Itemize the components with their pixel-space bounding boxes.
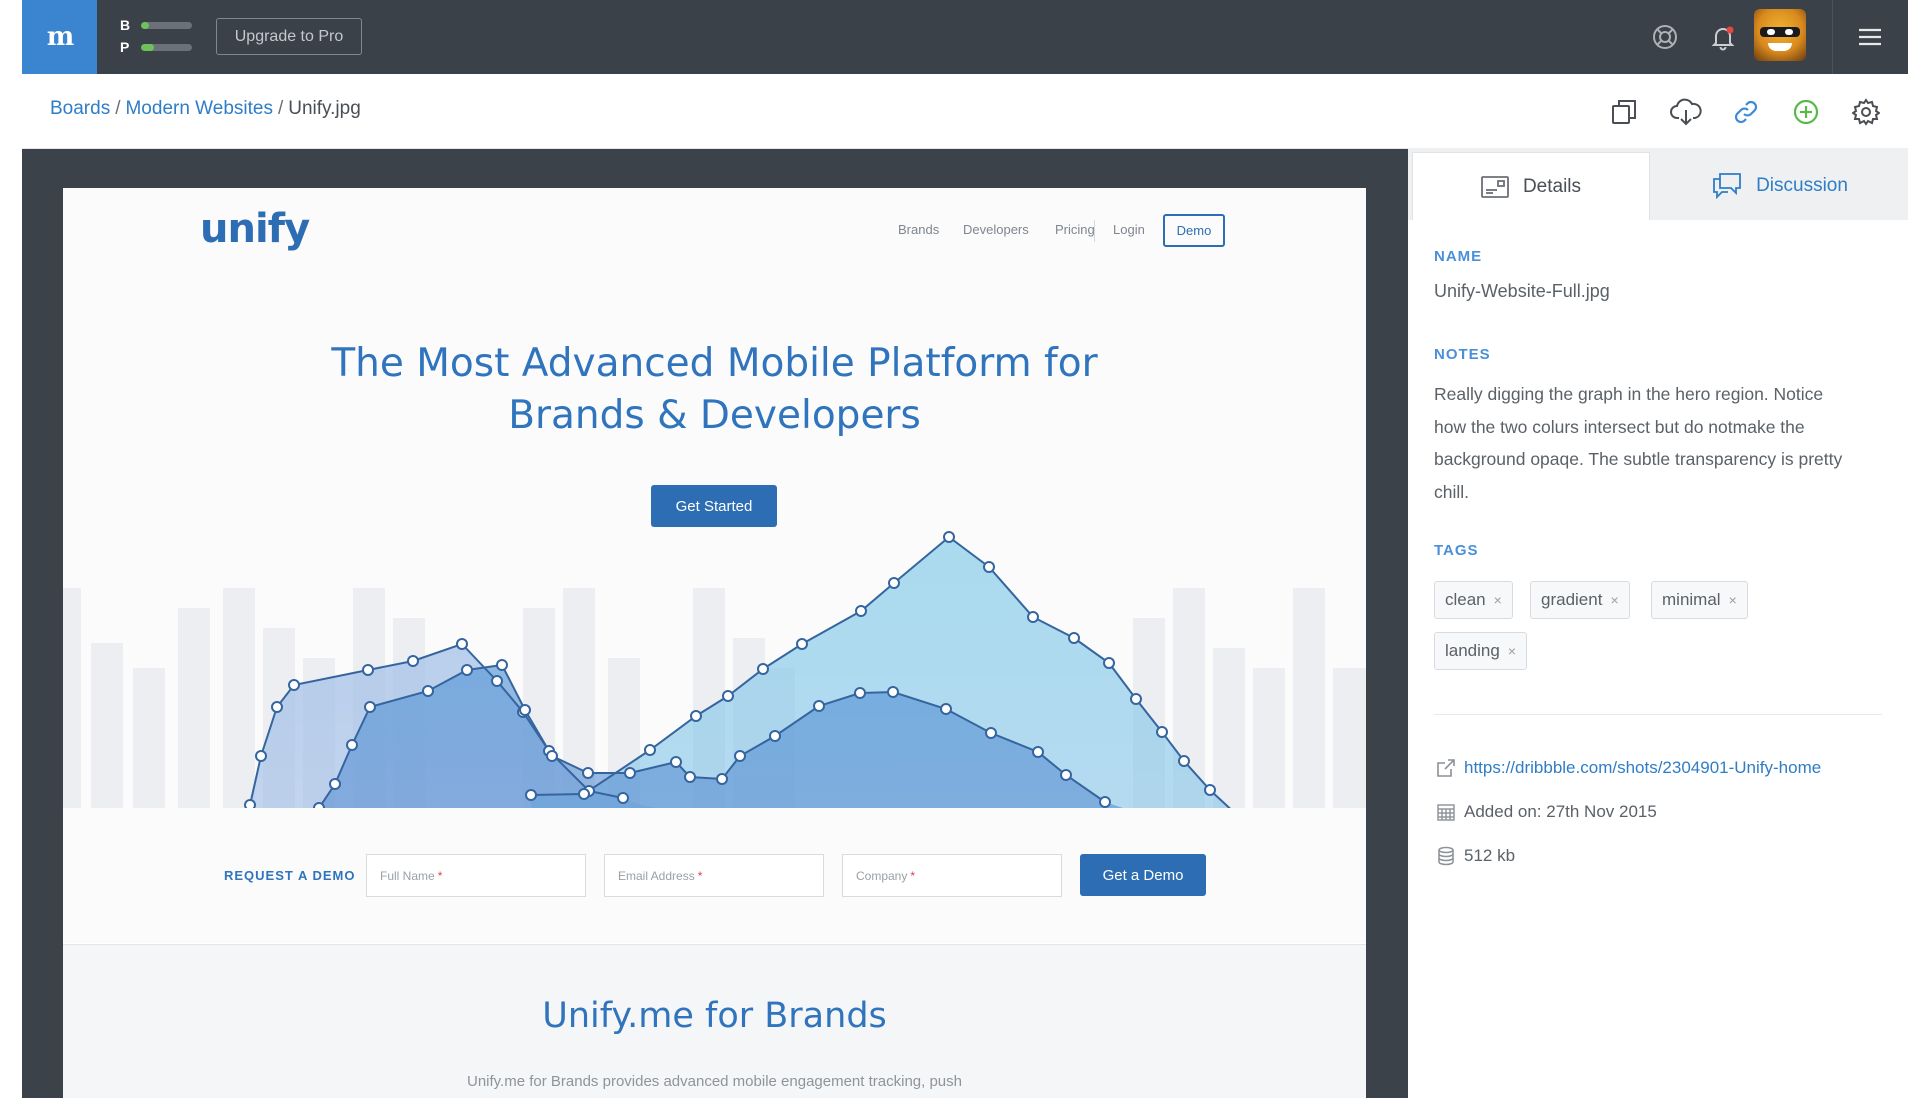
meter-fill-p <box>141 43 155 51</box>
breadcrumb-modern-websites-link[interactable]: Modern Websites <box>125 98 273 119</box>
preview-get-started-button: Get Started <box>651 485 777 527</box>
tab-discussion-label: Discussion <box>1756 175 1848 196</box>
usage-meter: B P <box>120 14 192 58</box>
preview-headline-line-1: The Most Advanced Mobile Platform for <box>331 341 1098 386</box>
preview-section-text: Unify.me for Brands provides advanced mo… <box>467 1073 962 1090</box>
app-logo[interactable]: m <box>22 0 97 74</box>
tag-remove-icon[interactable]: × <box>1610 592 1618 608</box>
top-bar: m B P Upgrade to Pro <box>22 0 1908 74</box>
name-label: NAME <box>1434 248 1483 265</box>
name-value: Unify-Website-Full.jpg <box>1434 281 1610 301</box>
required-marker: * <box>697 868 703 883</box>
tag-landing[interactable]: landing × <box>1434 632 1528 670</box>
preview-nav-developers: Developers <box>963 222 1029 237</box>
tag-label: minimal <box>1662 590 1721 609</box>
preview-hero: unify Brands Developers Pricing Login De… <box>63 188 1366 943</box>
meter-letter-p: P <box>120 39 130 55</box>
notes-text: Really digging the graph in the hero reg… <box>1434 384 1843 502</box>
user-avatar[interactable] <box>1754 9 1806 61</box>
breadcrumb-separator: / <box>277 98 284 119</box>
breadcrumb-separator: / <box>115 98 121 119</box>
app-logo-mark: m <box>46 22 74 52</box>
tab-discussion[interactable]: Discussion <box>1652 152 1908 220</box>
tag-minimal[interactable]: minimal × <box>1651 581 1748 619</box>
meter-bar-p <box>141 43 192 51</box>
preview-company-placeholder: Company <box>856 868 908 883</box>
file-size-text: 512 kb <box>1464 846 1516 865</box>
required-marker: * <box>910 868 916 883</box>
tag-label: landing <box>1445 641 1500 660</box>
database-icon <box>1434 844 1458 868</box>
preview-email-placeholder: Email Address <box>618 868 695 883</box>
meter-bar-b <box>141 21 192 29</box>
preview-section-title: Unify.me for Brands <box>542 996 887 1036</box>
upgrade-button[interactable]: Upgrade to Pro <box>216 18 362 55</box>
added-on-row: Added on: 27th Nov 2015 <box>1434 800 1657 824</box>
details-panel: Details Discussion NAME Unify-Website-Fu… <box>1408 148 1908 1098</box>
preview-demo-button: Demo <box>1163 214 1225 247</box>
meter-letter-b: B <box>120 17 131 33</box>
preview-company-field: Company * <box>842 854 1062 897</box>
bell-icon[interactable] <box>1703 17 1743 57</box>
external-link-icon <box>1434 756 1458 780</box>
tag-remove-icon[interactable]: × <box>1508 643 1516 659</box>
preview-full-name-placeholder: Full Name <box>380 868 435 883</box>
notes-label: NOTES <box>1434 346 1491 363</box>
file-size-row: 512 kb <box>1434 844 1515 868</box>
tab-details[interactable]: Details <box>1412 152 1650 220</box>
image-preview[interactable]: unify Brands Developers Pricing Login De… <box>63 188 1366 1098</box>
preview-nav-pricing: Pricing <box>1055 222 1095 237</box>
tag-label: gradient <box>1541 590 1603 609</box>
copy-icon[interactable] <box>1606 94 1642 130</box>
preview-site-logo: unify <box>200 206 310 252</box>
tab-details-label: Details <box>1522 175 1582 197</box>
discussion-bubble-icon <box>1713 173 1741 199</box>
tag-clean[interactable]: clean × <box>1434 581 1513 619</box>
avatar-mask <box>1760 27 1800 37</box>
breadcrumb-boards-link[interactable]: Boards <box>50 98 110 119</box>
panel-divider <box>1434 714 1882 715</box>
source-url-row: https://dribbble.com/shots/2304901-Unify… <box>1434 756 1821 780</box>
required-marker: * <box>437 868 443 883</box>
menu-divider <box>1832 0 1833 74</box>
preview-headline-line-2: Brands & Developers <box>508 393 921 438</box>
avatar-eye-right <box>1785 29 1793 35</box>
preview-nav-divider <box>1094 220 1095 242</box>
calendar-icon <box>1434 800 1458 824</box>
preview-nav-brands: Brands <box>898 222 940 237</box>
breadcrumb: Boards / Modern Websites / Unify.jpg <box>50 98 361 120</box>
tag-label: clean <box>1445 590 1486 609</box>
add-circle-icon[interactable] <box>1788 94 1824 130</box>
breadcrumb-current: Unify.jpg <box>288 98 361 119</box>
source-url-link[interactable]: https://dribbble.com/shots/2304901-Unify… <box>1464 758 1821 778</box>
tag-remove-icon[interactable]: × <box>1729 592 1737 608</box>
preview-headline: The Most Advanced Mobile Platform for Br… <box>63 338 1366 442</box>
tag-remove-icon[interactable]: × <box>1494 592 1502 608</box>
settings-gear-icon[interactable] <box>1848 94 1884 130</box>
panel-tabs: Details Discussion <box>1408 148 1908 220</box>
details-card-icon <box>1481 175 1509 198</box>
link-icon[interactable] <box>1728 94 1764 130</box>
app-window: m B P Upgrade to Pro Boards / Modern Web… <box>22 0 1908 1098</box>
meter-fill-b <box>141 21 149 29</box>
tags-label: TAGS <box>1434 542 1479 559</box>
avatar-eye-left <box>1767 29 1775 35</box>
preview-nav-login: Login <box>1113 222 1145 237</box>
preview-email-field: Email Address * <box>604 854 824 897</box>
tag-gradient[interactable]: gradient × <box>1530 581 1630 619</box>
download-cloud-icon[interactable] <box>1668 94 1704 130</box>
preview-get-demo-button: Get a Demo <box>1080 854 1206 896</box>
avatar-mouth <box>1768 43 1792 51</box>
hamburger-menu-icon[interactable] <box>1850 17 1890 57</box>
preview-full-name-field: Full Name * <box>366 854 586 897</box>
preview-request-demo-label: REQUEST A DEMO <box>224 868 356 883</box>
added-on-text: Added on: 27th Nov 2015 <box>1464 802 1657 821</box>
lifebuoy-icon[interactable] <box>1645 17 1685 57</box>
